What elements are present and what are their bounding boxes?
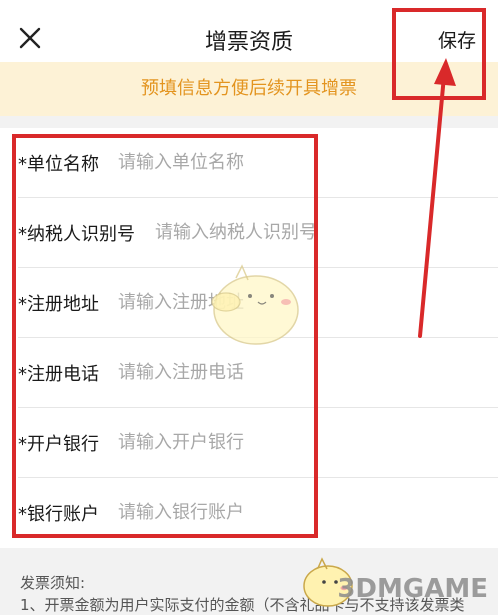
form-row-tax-id: *纳税人识别号 [0, 198, 498, 268]
address-input[interactable] [118, 286, 458, 318]
form-row-phone: *注册电话 [0, 338, 498, 408]
page-title: 增票资质 [204, 30, 293, 55]
company-name-label: *单位名称 [18, 154, 99, 175]
notice-banner: 预填信息方便后续开具增票 [0, 62, 498, 116]
close-button[interactable] [14, 22, 46, 54]
bank-label: *开户银行 [18, 434, 99, 455]
save-button[interactable]: 保存 [438, 26, 476, 53]
phone-label: *注册电话 [18, 364, 99, 385]
company-name-input[interactable] [118, 146, 458, 178]
bank-input[interactable] [118, 426, 458, 458]
form-row-company-name: *单位名称 [0, 128, 498, 198]
tips-title: 发票须知: [20, 574, 86, 592]
tax-id-label: *纳税人识别号 [18, 224, 135, 245]
form-row-bank: *开户银行 [0, 408, 498, 478]
close-icon [19, 27, 41, 49]
watermark-logo: 3DMGAME [337, 574, 488, 604]
form-row-account: *银行账户 [0, 478, 498, 548]
account-input[interactable] [118, 496, 458, 528]
form-row-address: *注册地址 [0, 268, 498, 338]
phone-input[interactable] [118, 356, 458, 388]
address-label: *注册地址 [18, 294, 99, 315]
tax-id-input[interactable] [155, 216, 475, 248]
account-label: *银行账户 [18, 504, 99, 525]
invoice-form: *单位名称 *纳税人识别号 *注册地址 *注册电话 *开户银行 *银行账户 [0, 128, 498, 548]
